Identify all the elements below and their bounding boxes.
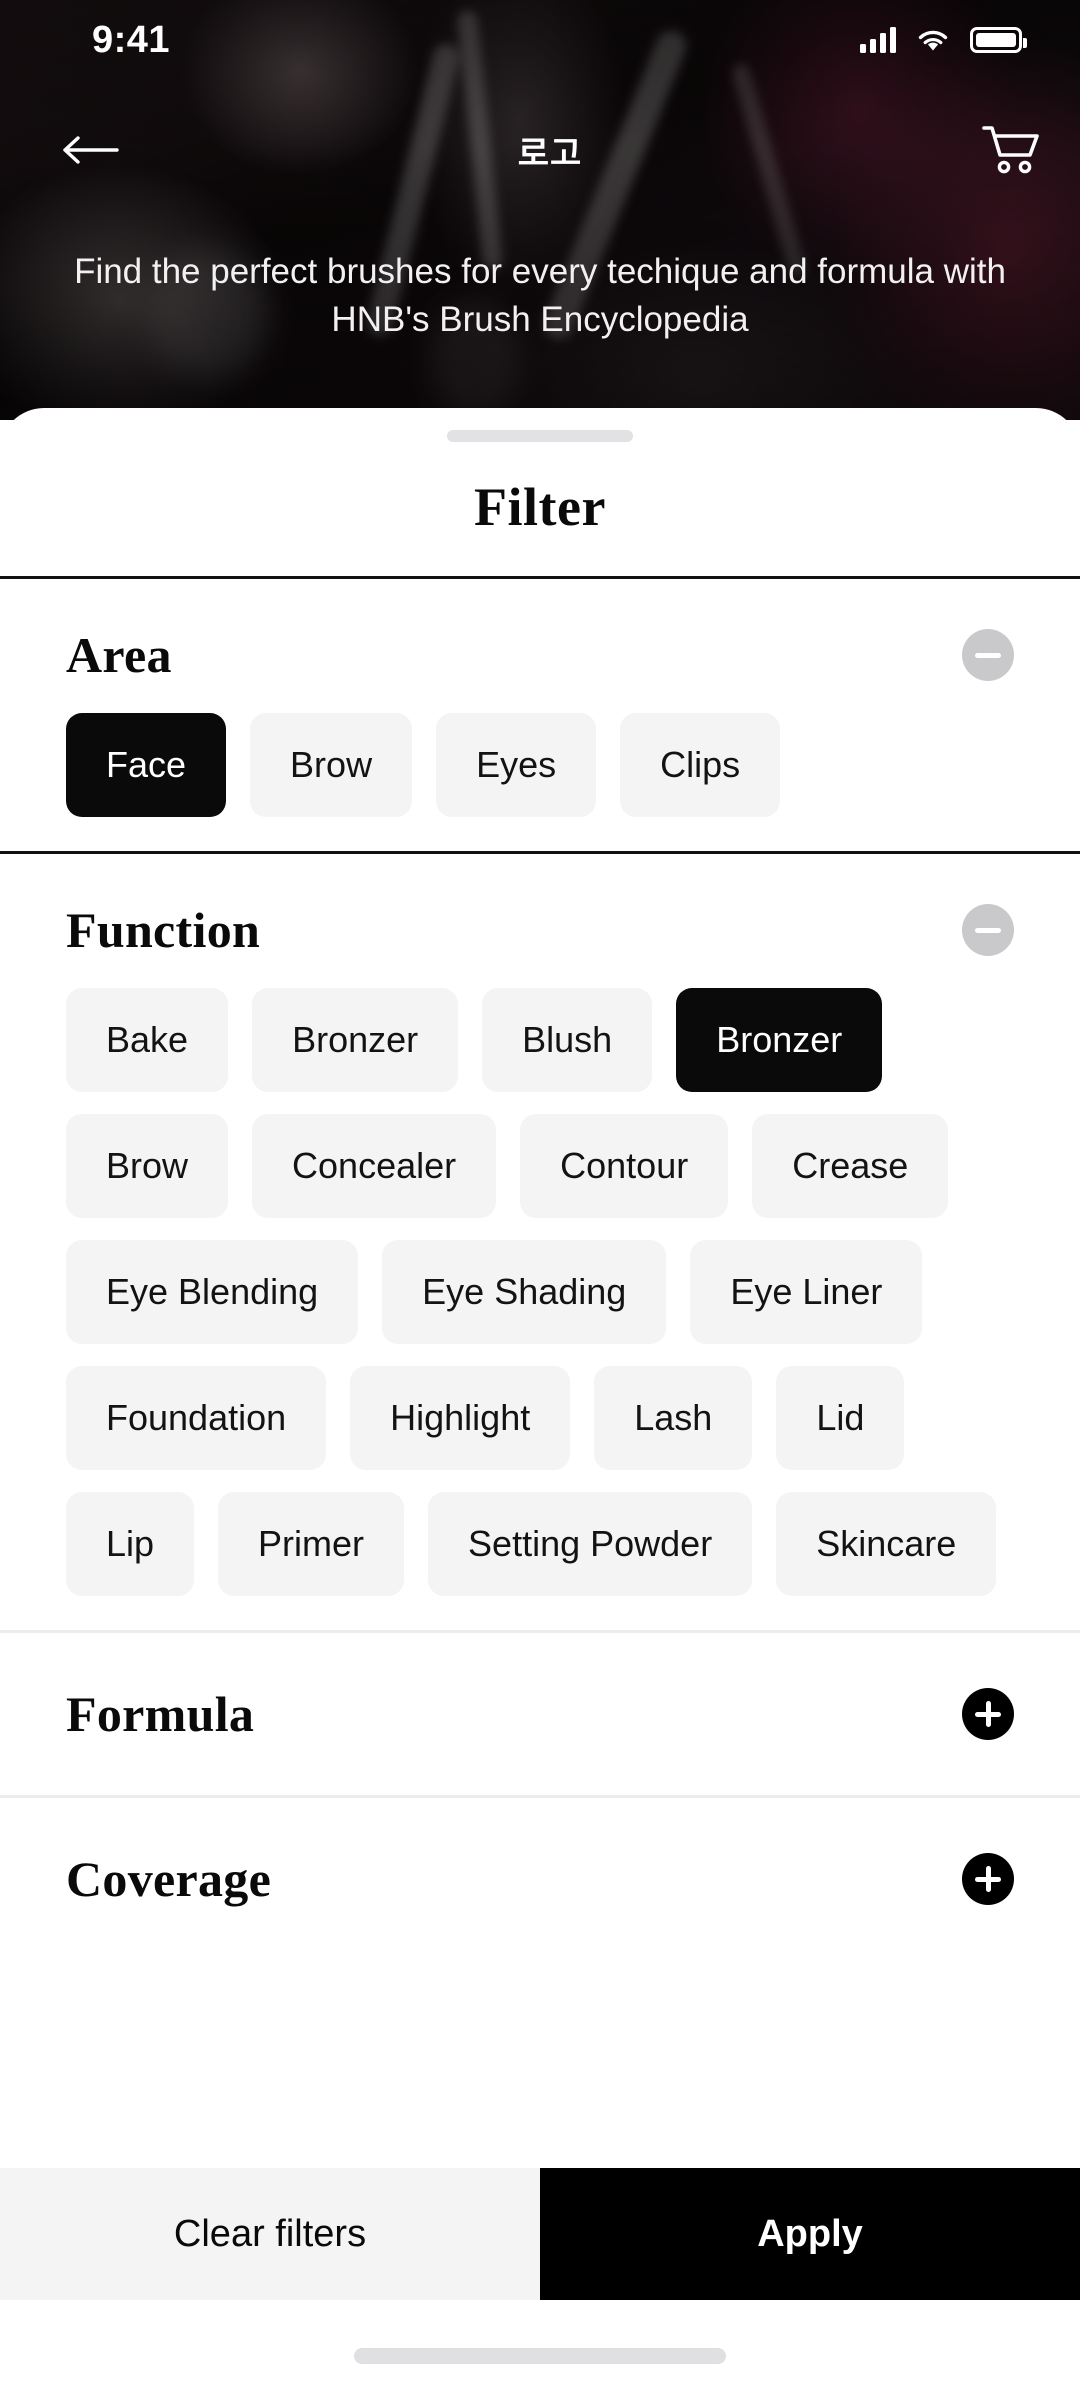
chip-eyes[interactable]: Eyes — [436, 713, 597, 817]
section-header-formula[interactable]: Formula — [66, 1633, 1014, 1795]
chip-blush[interactable]: Blush — [482, 988, 653, 1092]
navigation-bar: 로고 — [0, 105, 1080, 195]
chip-foundation[interactable]: Foundation — [66, 1366, 327, 1470]
filter-section-formula: Formula — [0, 1633, 1080, 1795]
brand-logo: 로고 — [517, 134, 583, 173]
chip-highlight[interactable]: Highlight — [350, 1366, 571, 1470]
plus-circle-icon[interactable] — [962, 1853, 1014, 1905]
sheet-drag-handle[interactable] — [447, 430, 633, 442]
minus-circle-icon[interactable] — [962, 904, 1014, 956]
chip-group-area: Face Brow Eyes Clips — [66, 713, 1014, 851]
chip-brow[interactable]: Brow — [250, 713, 413, 817]
wifi-icon — [918, 30, 948, 51]
filter-section-function: Function Bake Bronzer Blush Bronzer Brow… — [0, 854, 1080, 1630]
chip-skincare[interactable]: Skincare — [776, 1492, 997, 1596]
chip-setting-powder[interactable]: Setting Powder — [428, 1492, 753, 1596]
plus-circle-icon[interactable] — [962, 1688, 1014, 1740]
chip-face[interactable]: Face — [66, 713, 227, 817]
filter-action-bar: Clear filters Apply — [0, 2168, 1080, 2300]
chip-lip[interactable]: Lip — [66, 1492, 195, 1596]
minus-circle-icon[interactable] — [962, 629, 1014, 681]
chip-contour[interactable]: Contour — [520, 1114, 729, 1218]
section-title-area: Area — [66, 627, 172, 683]
shopping-cart-icon — [982, 126, 1039, 174]
section-title-formula: Formula — [66, 1686, 255, 1742]
chip-eye-blending[interactable]: Eye Blending — [66, 1240, 359, 1344]
filter-sheet: Filter Area Face Brow Eyes Clips Functio… — [0, 408, 1080, 2398]
chip-bronzer-2[interactable]: Bronzer — [676, 988, 883, 1092]
chip-brow[interactable]: Brow — [66, 1114, 229, 1218]
chip-clips[interactable]: Clips — [620, 713, 781, 817]
app-screen: 9:41 로고 Find the perfect brushes for eve… — [0, 0, 1080, 2398]
chip-lid[interactable]: Lid — [776, 1366, 905, 1470]
chip-lash[interactable]: Lash — [594, 1366, 753, 1470]
cellular-signal-icon — [860, 27, 896, 53]
chip-crease[interactable]: Crease — [752, 1114, 949, 1218]
chip-primer[interactable]: Primer — [218, 1492, 405, 1596]
section-header-coverage[interactable]: Coverage — [66, 1798, 1014, 1960]
clear-filters-button[interactable]: Clear filters — [0, 2168, 540, 2300]
section-header-function[interactable]: Function — [66, 894, 1014, 966]
hero-banner: 9:41 로고 Find the perfect brushes for eve… — [0, 0, 1080, 420]
chip-eye-shading[interactable]: Eye Shading — [382, 1240, 667, 1344]
hero-tagline: Find the perfect brushes for every techi… — [74, 252, 1006, 340]
chip-bronzer-1[interactable]: Bronzer — [252, 988, 459, 1092]
cart-button[interactable] — [950, 115, 1040, 185]
section-header-area[interactable]: Area — [66, 619, 1014, 691]
battery-full-icon — [970, 27, 1027, 53]
arrow-left-icon — [63, 136, 119, 164]
filter-section-area: Area Face Brow Eyes Clips — [0, 579, 1080, 851]
back-button[interactable] — [60, 115, 150, 185]
chip-eye-liner[interactable]: Eye Liner — [690, 1240, 923, 1344]
chip-concealer[interactable]: Concealer — [252, 1114, 497, 1218]
apply-button[interactable]: Apply — [540, 2168, 1080, 2300]
status-bar-clock: 9:41 — [92, 18, 171, 61]
status-bar: 9:41 — [0, 0, 1080, 80]
section-title-function: Function — [66, 902, 261, 958]
home-indicator — [354, 2348, 726, 2364]
chip-group-function: Bake Bronzer Blush Bronzer Brow Conceale… — [66, 988, 1014, 1630]
page-title: Filter — [474, 477, 606, 537]
filter-section-coverage: Coverage — [0, 1798, 1080, 1960]
chip-bake[interactable]: Bake — [66, 988, 229, 1092]
section-title-coverage: Coverage — [66, 1851, 272, 1907]
